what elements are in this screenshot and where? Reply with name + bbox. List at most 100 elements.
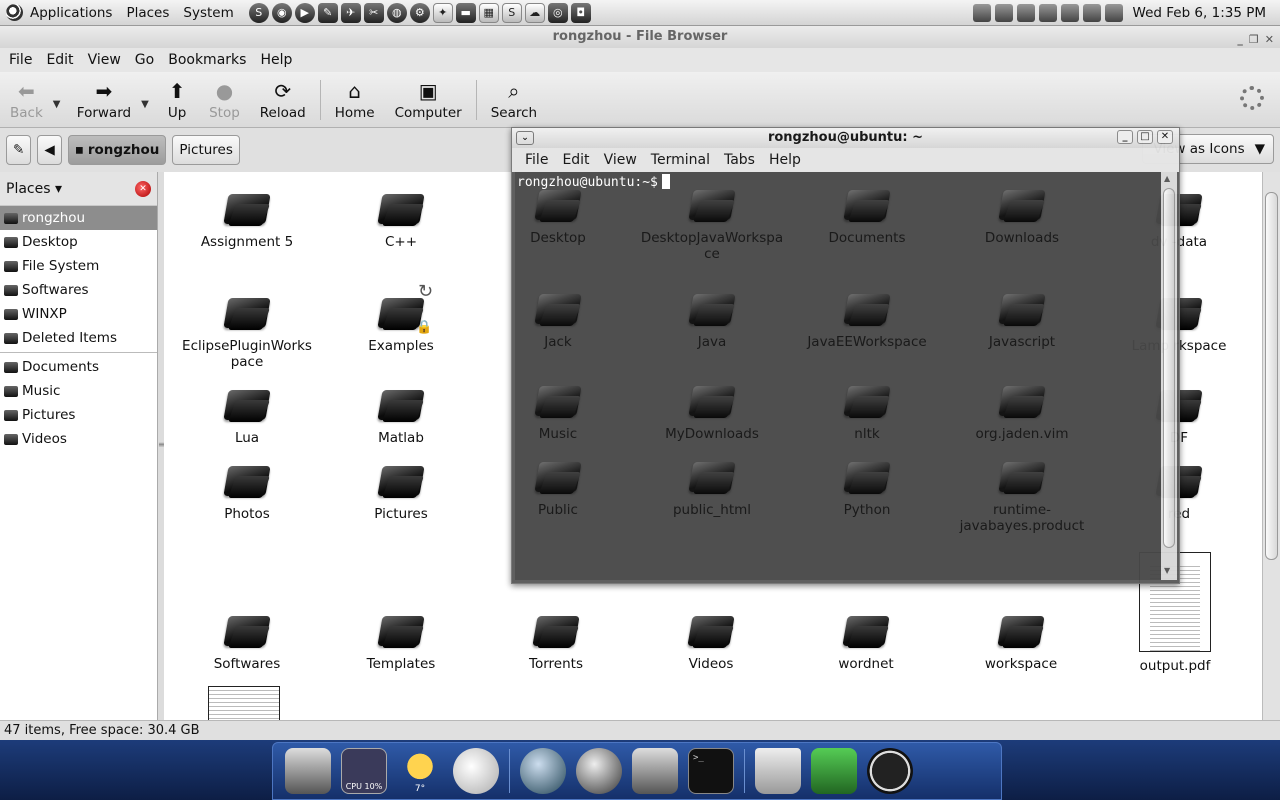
- up-button[interactable]: ⬆ Up: [155, 75, 199, 127]
- dock-removable-drive-icon[interactable]: [632, 748, 678, 794]
- document-thumbnail-icon[interactable]: [208, 686, 280, 720]
- dock-weather-icon[interactable]: 7°: [397, 748, 443, 794]
- file-view-scrollbar[interactable]: [1262, 172, 1280, 720]
- menu-view[interactable]: View: [81, 52, 128, 68]
- file-item-workspace[interactable]: workspace: [946, 612, 1096, 672]
- tray-printer-icon[interactable]: [1060, 3, 1079, 22]
- file-item-videos[interactable]: Videos: [636, 612, 786, 672]
- sidebar-item-desktop[interactable]: Desktop: [0, 230, 157, 254]
- scrollbar-thumb[interactable]: [1265, 192, 1278, 560]
- launcher-skype-s-icon[interactable]: S: [501, 2, 522, 23]
- back-button[interactable]: ⬅ Back: [0, 75, 53, 127]
- terminal-prompt[interactable]: rongzhou@ubuntu:~$: [517, 174, 670, 190]
- file-item-matlab[interactable]: Matlab: [326, 386, 476, 446]
- launcher-bird-icon[interactable]: ✈: [340, 2, 361, 23]
- file-item-assignment5[interactable]: Assignment 5: [172, 190, 322, 250]
- forward-history-dropdown-icon[interactable]: ▼: [141, 99, 155, 110]
- forward-button[interactable]: ➡ Forward: [67, 75, 141, 127]
- dock-pidgin-icon[interactable]: [453, 748, 499, 794]
- launcher-skype-icon[interactable]: S: [248, 2, 269, 23]
- path-button-pictures[interactable]: Pictures: [172, 135, 240, 165]
- file-item-pictures[interactable]: Pictures: [326, 462, 476, 522]
- sidebar-item-music[interactable]: Music: [0, 379, 157, 403]
- file-item-wordnet[interactable]: wordnet: [791, 612, 941, 672]
- launcher-globe-icon[interactable]: ◍: [386, 2, 407, 23]
- tray-volume-icon[interactable]: [1104, 3, 1123, 22]
- launcher-media-player-icon[interactable]: ▶: [294, 2, 315, 23]
- menu-file[interactable]: File: [2, 52, 39, 68]
- tray-network-icon[interactable]: [1082, 3, 1101, 22]
- sidebar-item-deleted-items[interactable]: Deleted Items: [0, 326, 157, 350]
- term-menu-view[interactable]: View: [597, 152, 644, 168]
- file-item-examples[interactable]: ↻ 🔒 Examples: [326, 283, 476, 355]
- pane-resize-handle[interactable]: ≡: [158, 440, 165, 450]
- sidebar-item-winxp[interactable]: WINXP: [0, 302, 157, 326]
- path-scroll-left-button[interactable]: ◀: [37, 135, 62, 165]
- computer-button[interactable]: ▣ Computer: [385, 75, 472, 127]
- launcher-settings-icon[interactable]: ⚙: [409, 2, 430, 23]
- menu-help[interactable]: Help: [253, 52, 299, 68]
- launcher-screenshot-icon[interactable]: ◘: [570, 2, 591, 23]
- sidebar-item-documents[interactable]: Documents: [0, 355, 157, 379]
- file-browser-titlebar[interactable]: rongzhou - File Browser _ ❐ ✕: [0, 26, 1280, 48]
- dock-cpu-monitor-icon[interactable]: CPU 10%: [341, 748, 387, 794]
- sidebar-item-rongzhou[interactable]: rongzhou: [0, 206, 157, 230]
- toggle-location-entry-button[interactable]: ✎: [6, 135, 32, 165]
- applications-menu[interactable]: Applications: [23, 0, 119, 26]
- terminal-scrollbar[interactable]: ▲ ▼: [1161, 172, 1177, 580]
- launcher-tools-icon[interactable]: ✂: [363, 2, 384, 23]
- launcher-weather-icon[interactable]: ☁: [524, 2, 545, 23]
- window-menu-icon[interactable]: ⌄: [516, 131, 534, 145]
- menu-bookmarks[interactable]: Bookmarks: [161, 52, 253, 68]
- term-menu-help[interactable]: Help: [762, 152, 808, 168]
- term-menu-edit[interactable]: Edit: [555, 152, 596, 168]
- search-button[interactable]: ⌕ Search: [481, 75, 547, 127]
- scroll-up-icon[interactable]: ▲: [1164, 174, 1170, 183]
- file-item-softwares[interactable]: Softwares: [172, 612, 322, 672]
- term-menu-tabs[interactable]: Tabs: [717, 152, 762, 168]
- launcher-terminal-icon[interactable]: ▬: [455, 2, 476, 23]
- file-item-lua[interactable]: Lua: [172, 386, 322, 446]
- terminal-window[interactable]: ⌄ rongzhou@ubuntu: ~ _ □ ✕ File Edit Vie…: [511, 127, 1180, 584]
- terminal-screen[interactable]: Desktop DesktopJavaWorkspace Documents D…: [515, 172, 1161, 580]
- sidebar-item-filesystem[interactable]: File System: [0, 254, 157, 278]
- sidebar-close-icon[interactable]: ✕: [135, 180, 151, 197]
- dock-trash-icon[interactable]: [755, 748, 801, 794]
- system-menu[interactable]: System: [176, 0, 240, 26]
- dock-display-icon[interactable]: [285, 748, 331, 794]
- file-item-templates[interactable]: Templates: [326, 612, 476, 672]
- maximize-icon[interactable]: □: [1137, 130, 1153, 144]
- term-menu-terminal[interactable]: Terminal: [644, 152, 717, 168]
- launcher-camera-icon[interactable]: ◎: [547, 2, 568, 23]
- places-menu[interactable]: Places: [119, 0, 176, 26]
- dock-browser-icon[interactable]: [520, 748, 566, 794]
- sidebar-header[interactable]: Places ▾ ✕: [0, 172, 157, 206]
- back-history-dropdown-icon[interactable]: ▼: [53, 99, 67, 110]
- file-item-cpp[interactable]: C++: [326, 190, 476, 250]
- scroll-down-icon[interactable]: ▼: [1164, 566, 1170, 575]
- terminal-titlebar[interactable]: ⌄ rongzhou@ubuntu: ~ _ □ ✕: [512, 128, 1179, 148]
- minimize-icon[interactable]: _: [1117, 130, 1133, 144]
- path-button-rongzhou[interactable]: ▪ rongzhou: [67, 135, 167, 165]
- dock-power-icon[interactable]: [867, 748, 913, 794]
- tray-sync-icon[interactable]: [1038, 3, 1057, 22]
- close-icon[interactable]: ✕: [1157, 130, 1173, 144]
- launcher-spreadsheet-icon[interactable]: ▦: [478, 2, 499, 23]
- scrollbar-thumb[interactable]: [1163, 188, 1175, 548]
- menu-edit[interactable]: Edit: [39, 52, 80, 68]
- dock-terminal-icon[interactable]: >_: [688, 748, 734, 794]
- launcher-inkscape-icon[interactable]: ✦: [432, 2, 453, 23]
- panel-clock[interactable]: Wed Feb 6, 1:35 PM: [1127, 5, 1274, 21]
- stop-button[interactable]: ● Stop: [199, 75, 250, 127]
- launcher-browser-icon[interactable]: ◉: [271, 2, 292, 23]
- file-item-eclipse-workspace[interactable]: EclipsePluginWorkspace: [172, 294, 322, 370]
- dock-battery-icon[interactable]: [811, 748, 857, 794]
- tray-user-icon[interactable]: [994, 3, 1013, 22]
- tray-grid-icon[interactable]: [972, 3, 991, 22]
- reload-button[interactable]: ⟳ Reload: [250, 75, 316, 127]
- sidebar-item-softwares[interactable]: Softwares: [0, 278, 157, 302]
- term-menu-file[interactable]: File: [518, 152, 555, 168]
- tray-update-icon[interactable]: [1016, 3, 1035, 22]
- sidebar-item-videos[interactable]: Videos: [0, 427, 157, 451]
- menu-go[interactable]: Go: [128, 52, 161, 68]
